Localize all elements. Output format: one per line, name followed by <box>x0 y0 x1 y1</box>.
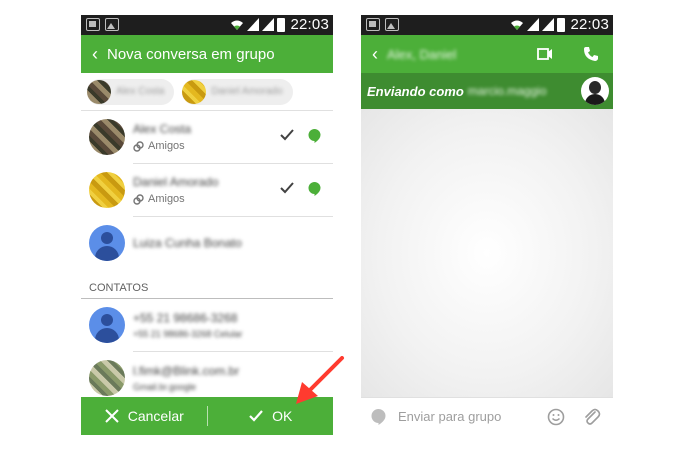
video-call-icon[interactable] <box>537 47 553 61</box>
wifi-icon <box>511 20 524 30</box>
cancel-label: Cancelar <box>127 408 184 424</box>
avatar <box>89 360 125 396</box>
cancel-button[interactable]: Cancelar <box>81 408 207 424</box>
signal-icon-2 <box>542 18 555 31</box>
signal-icon <box>247 18 260 31</box>
chip-contact[interactable]: Alex Costa <box>87 78 175 105</box>
image-notification-icon <box>105 18 119 31</box>
check-icon <box>249 410 263 422</box>
clock: 22:03 <box>290 16 329 33</box>
contact-circle: Amigos <box>133 193 218 205</box>
sending-as-bar[interactable]: Enviando como marcio.maggio <box>361 73 613 109</box>
clock: 22:03 <box>570 16 609 33</box>
contact-name: Alex Costa <box>133 122 192 136</box>
hangouts-icon <box>308 129 321 143</box>
hangouts-icon <box>308 182 321 196</box>
ok-label: OK <box>272 408 293 424</box>
avatar <box>581 77 609 105</box>
ok-button[interactable]: OK <box>208 408 334 424</box>
contact-email: l.fimk@Blink.com.br <box>133 364 240 378</box>
chip-name: Alex Costa <box>116 86 165 97</box>
composer: Enviar para grupo <box>361 397 613 435</box>
back-icon[interactable]: ‹ <box>361 44 383 65</box>
contact-phone-detail: +55 21 98686-3268 Celular <box>133 329 243 339</box>
message-area <box>361 109 613 397</box>
app-bar: ‹ Alex, Daniel <box>361 35 613 73</box>
annotation-arrow-icon <box>296 356 344 404</box>
check-icon <box>280 182 294 194</box>
list-item[interactable]: Daniel Amorado Amigos <box>81 164 333 216</box>
status-bar: 22:03 <box>361 15 613 35</box>
avatar <box>89 119 125 155</box>
chat-screen: 22:03 ‹ Alex, Daniel Enviando como marci… <box>361 15 613 435</box>
close-icon <box>105 409 119 423</box>
battery-icon <box>277 17 286 32</box>
sending-account: marcio.maggio <box>467 84 547 98</box>
battery-icon <box>557 17 566 32</box>
message-input[interactable]: Enviar para grupo <box>398 409 501 424</box>
page-title: Nova conversa em grupo <box>107 45 275 63</box>
back-icon[interactable]: ‹ <box>81 44 103 65</box>
link-icon <box>133 193 144 205</box>
status-bar: 22:03 <box>81 15 333 35</box>
avatar <box>182 79 207 104</box>
hangouts-bubble-icon <box>371 408 386 425</box>
sim-icon <box>366 18 380 31</box>
signal-icon <box>527 18 540 31</box>
link-icon <box>133 140 144 152</box>
selected-chips: Alex Costa Daniel Amorado <box>81 73 333 111</box>
sending-label: Enviando como <box>367 83 464 99</box>
contact-email-detail: Gmail.br.google <box>133 382 197 392</box>
wifi-icon <box>231 20 244 30</box>
app-bar: ‹ Nova conversa em grupo <box>81 35 333 73</box>
contact-subtitle: Amigos <box>148 193 185 205</box>
avatar <box>89 307 125 343</box>
avatar <box>89 172 125 208</box>
signal-icon-2 <box>262 18 275 31</box>
contact-name: Daniel Amorado <box>133 175 219 189</box>
contact-subtitle: Amigos <box>148 140 185 152</box>
sim-icon <box>86 18 100 31</box>
check-icon <box>280 129 294 141</box>
section-header: CONTATOS <box>81 269 333 299</box>
attach-icon[interactable] <box>583 407 601 427</box>
chip-name: Daniel Amorado <box>211 86 283 97</box>
contact-circle: Amigos <box>133 140 191 152</box>
phone-call-icon[interactable] <box>583 46 599 62</box>
chat-title: Alex, Daniel <box>387 46 457 62</box>
contact-phone: +55 21 98686-3268 <box>133 311 238 325</box>
list-item[interactable]: Alex Costa Amigos <box>81 111 333 163</box>
chip-contact[interactable]: Daniel Amorado <box>182 78 293 105</box>
image-notification-icon <box>385 18 399 31</box>
list-item[interactable]: +55 21 98686-3268 +55 21 98686-3268 Celu… <box>81 299 333 351</box>
emoji-icon[interactable] <box>547 408 565 426</box>
avatar <box>89 225 125 261</box>
avatar <box>87 79 111 104</box>
list-item[interactable]: Luiza Cunha Bonato <box>81 217 333 269</box>
contact-name: Luiza Cunha Bonato <box>133 236 242 250</box>
